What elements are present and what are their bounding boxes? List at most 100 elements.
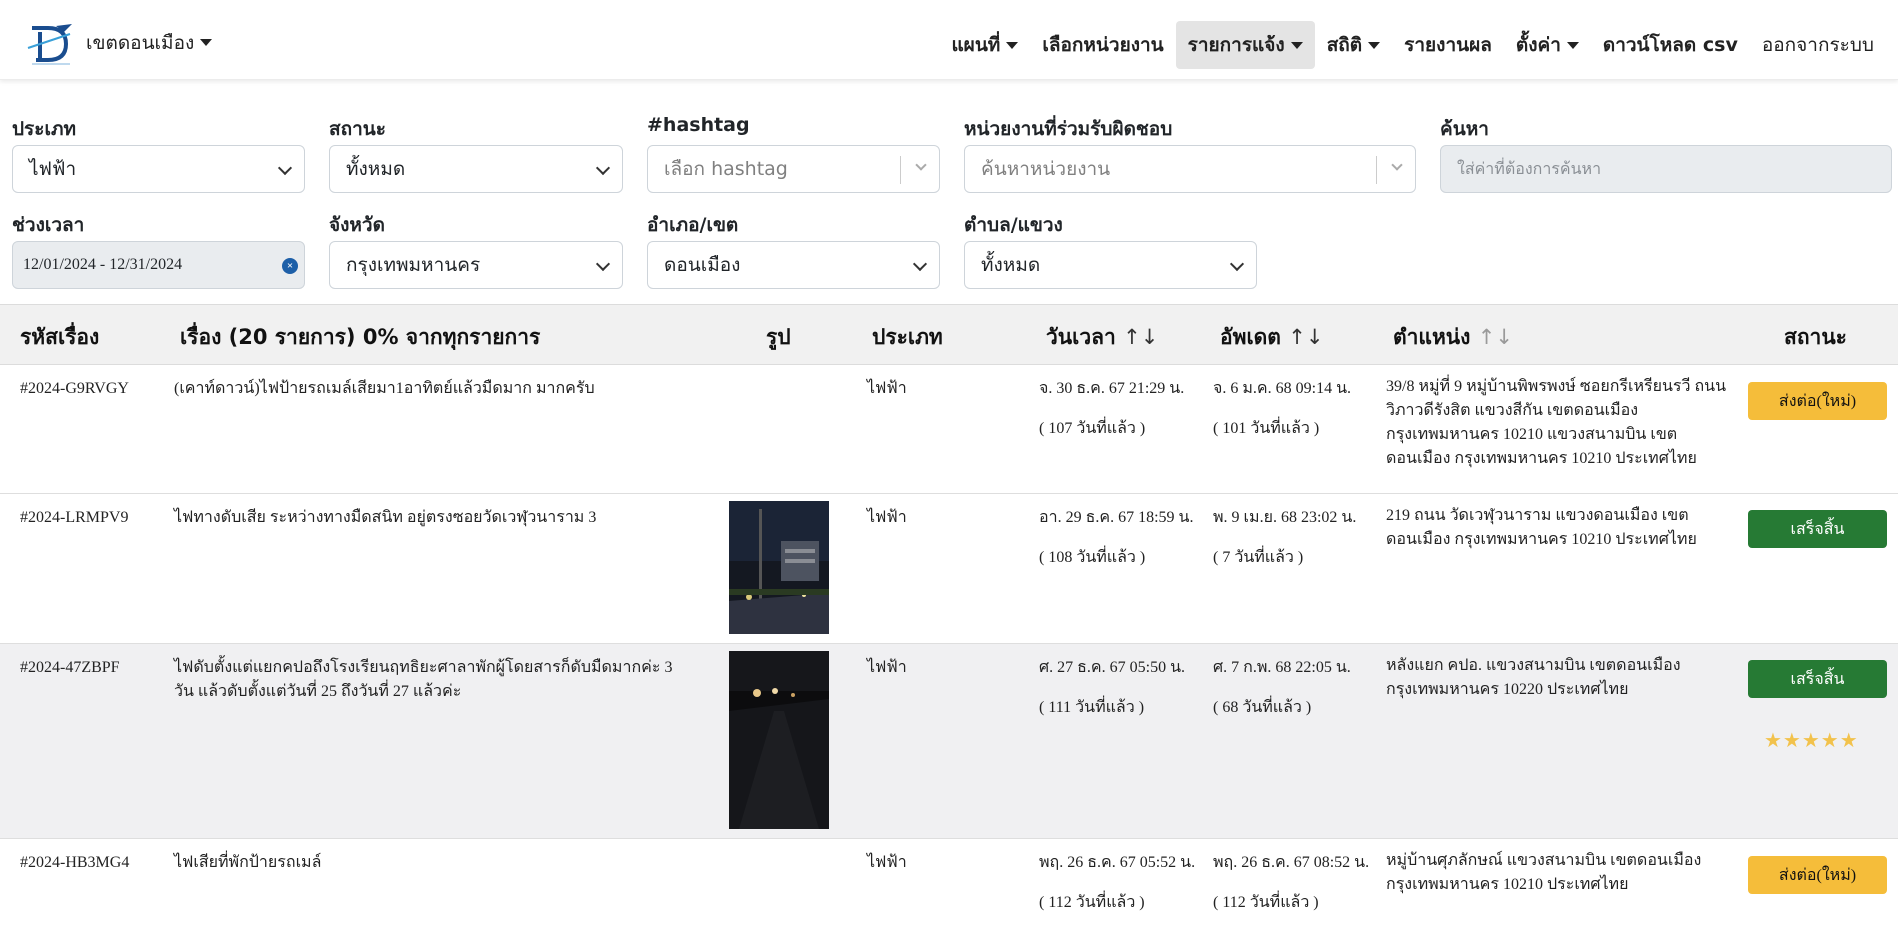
province-value: กรุงเทพมหานคร [346,254,481,276]
chevron-down-icon [1391,159,1403,171]
row-datetime: อา. 29 ธ.ค. 67 18:59 น. [1039,509,1194,526]
row-location: หลังแยก คปอ. แขวงสนามบิน เขตดอนเมือง กรุ… [1386,657,1681,698]
status-button[interactable]: ส่งต่อ(ใหม่) [1748,382,1887,420]
row-updated: พฤ. 26 ธ.ค. 67 08:52 น. [1213,854,1370,871]
row-code: #2024-47ZBPF [20,659,120,676]
row-datetime-ago: ( 107 วันที่แล้ว ) [1039,420,1146,437]
nav-select-agency-label: เลือกหน่วยงาน [1042,34,1164,56]
chevron-down-icon [1368,41,1381,49]
agency-select[interactable]: ค้นหาหน่วยงาน [964,145,1416,193]
district-value: ดอนเมือง [664,254,741,276]
row-type: ไฟฟ้า [867,659,907,676]
nav-settings[interactable]: ตั้งค่า [1504,21,1591,69]
hashtag-select[interactable]: เลือก hashtag [647,145,940,193]
row-updated: พ. 9 เม.ย. 68 23:02 น. [1213,509,1357,526]
district-label: เขตดอนเมือง [86,32,195,54]
row-subject: ไฟดับตั้งแต่แยกคปอถึงโรงเรียนฤทธิยะศาลาพ… [174,659,673,700]
main-nav: แผนที่ เลือกหน่วยงาน รายการแจ้ง สถิติ รา… [939,20,1886,70]
select-separator [900,156,901,184]
clear-icon[interactable]: × [282,258,298,274]
chevron-down-icon [595,256,611,272]
nav-map-label: แผนที่ [951,34,1001,56]
nav-logout-label: ออกจากระบบ [1761,34,1874,56]
col-subject-header: เรื่อง (20 รายการ) 0% จากทุกรายการ [180,325,541,349]
nav-map[interactable]: แผนที่ [939,21,1030,69]
row-subject: ไฟเสียที่พักป้ายรถเมล์ [174,854,322,871]
logo-icon[interactable] [26,22,76,66]
chevron-down-icon [595,160,611,176]
table-row[interactable]: #2024-47ZBPF ไฟดับตั้งแต่แยกคปอถึงโรงเรี… [0,644,1898,839]
nav-download-csv-label: ดาวน์โหลด csv [1602,34,1738,56]
col-location-label: ตำแหน่ง [1393,325,1471,349]
status-label: สถานะ [329,118,386,140]
table-row[interactable]: #2024-HB3MG4 ไฟเสียที่พักป้ายรถเมล์ ไฟฟ้… [0,839,1898,927]
row-datetime: จ. 30 ธ.ค. 67 21:29 น. [1039,380,1185,397]
col-type-header: ประเภท [872,325,943,349]
col-code-header: รหัสเรื่อง [20,325,100,349]
row-updated-ago: ( 101 วันที่แล้ว ) [1213,420,1320,437]
status-button[interactable]: เสร็จสิ้น [1748,510,1887,548]
col-location-header[interactable]: ตำแหน่ง ↑↓ [1393,321,1513,354]
nav-select-agency[interactable]: เลือกหน่วยงาน [1030,21,1175,69]
nav-statistics[interactable]: สถิติ [1315,21,1392,69]
type-label: ประเภท [12,118,77,140]
report-photo[interactable] [729,501,829,634]
chevron-down-icon [200,39,213,46]
search-label: ค้นหา [1440,118,1489,140]
province-select[interactable]: กรุงเทพมหานคร [329,241,623,289]
col-image-header: รูป [766,325,791,349]
district-select[interactable]: ดอนเมือง [647,241,940,289]
col-datetime-header[interactable]: วันเวลา ↑↓ [1046,321,1158,354]
agency-label: หน่วยงานที่ร่วมรับผิดชอบ [964,118,1173,140]
chevron-down-icon [912,256,928,272]
date-range-input[interactable]: 12/01/2024 - 12/31/2024 × [12,241,305,289]
nav-logout[interactable]: ออกจากระบบ [1750,21,1886,69]
table-row[interactable]: #2024-LRMPV9 ไฟทางดับเสีย ระหว่างทางมืดส… [0,494,1898,644]
col-datetime-label: วันเวลา [1046,325,1116,349]
row-code: #2024-G9RVGY [20,380,129,397]
chevron-down-icon [1290,41,1303,49]
row-datetime-ago: ( 111 วันที่แล้ว ) [1039,699,1145,716]
row-datetime-ago: ( 108 วันที่แล้ว ) [1039,549,1146,566]
search-input[interactable]: ใส่ค่าที่ต้องการค้นหา [1440,145,1892,193]
row-updated-ago: ( 68 วันที่แล้ว ) [1213,699,1312,716]
agency-placeholder: ค้นหาหน่วยงาน [981,158,1111,180]
status-button[interactable]: เสร็จสิ้น [1748,660,1887,698]
hashtag-placeholder: เลือก hashtag [664,158,788,180]
district-label: อำเภอ/เขต [647,214,739,236]
period-label: ช่วงเวลา [12,214,85,236]
row-location: 219 ถนน วัดเวฬุวนาราม แขวงดอนเมือง เขตดอ… [1386,507,1697,548]
province-label: จังหวัด [329,214,385,236]
nav-download-csv[interactable]: ดาวน์โหลด csv [1591,21,1750,69]
table-row[interactable]: #2024-G9RVGY (เคาท์ดาวน์)ไฟป้ายรถเมล์เสี… [0,365,1898,494]
row-location: 39/8 หมู่ที่ 9 หมู่บ้านพิพรพงษ์ ซอยกรีเห… [1386,378,1727,467]
col-updated-header[interactable]: อัพเดต ↑↓ [1220,321,1323,354]
row-type: ไฟฟ้า [867,854,907,871]
subdistrict-select[interactable]: ทั้งหมด [964,241,1257,289]
nav-statistics-label: สถิติ [1326,34,1363,56]
nav-reports-label: รายการแจ้ง [1187,34,1285,56]
row-updated: ศ. 7 ก.พ. 68 22:05 น. [1213,659,1351,676]
row-code: #2024-LRMPV9 [20,509,129,526]
type-select[interactable]: ไฟฟ้า [12,145,305,193]
top-navbar: เขตดอนเมือง แผนที่ เลือกหน่วยงาน รายการแ… [0,0,1898,80]
subdistrict-label: ตำบล/แขวง [964,214,1063,236]
chevron-down-icon [1006,41,1019,49]
sort-icon: ↑↓ [1123,325,1159,349]
row-updated-ago: ( 112 วันที่แล้ว ) [1213,894,1319,911]
row-code: #2024-HB3MG4 [20,854,130,871]
row-type: ไฟฟ้า [867,509,907,526]
row-datetime: พฤ. 26 ธ.ค. 67 05:52 น. [1039,854,1196,871]
row-subject: ไฟทางดับเสีย ระหว่างทางมืดสนิท อยู่ตรงซอ… [174,509,597,526]
nav-reports[interactable]: รายการแจ้ง [1175,21,1315,69]
hashtag-label: #hashtag [647,114,750,136]
status-button[interactable]: ส่งต่อ(ใหม่) [1748,856,1887,894]
nav-results[interactable]: รายงานผล [1392,21,1504,69]
col-status-header: สถานะ [1784,325,1847,349]
sort-icon: ↑↓ [1477,325,1513,349]
district-dropdown[interactable]: เขตดอนเมือง [86,28,213,58]
table-header: รหัสเรื่อง เรื่อง (20 รายการ) 0% จากทุกร… [0,304,1898,365]
status-select[interactable]: ทั้งหมด [329,145,623,193]
report-photo[interactable] [729,651,829,829]
status-value: ทั้งหมด [346,158,406,180]
